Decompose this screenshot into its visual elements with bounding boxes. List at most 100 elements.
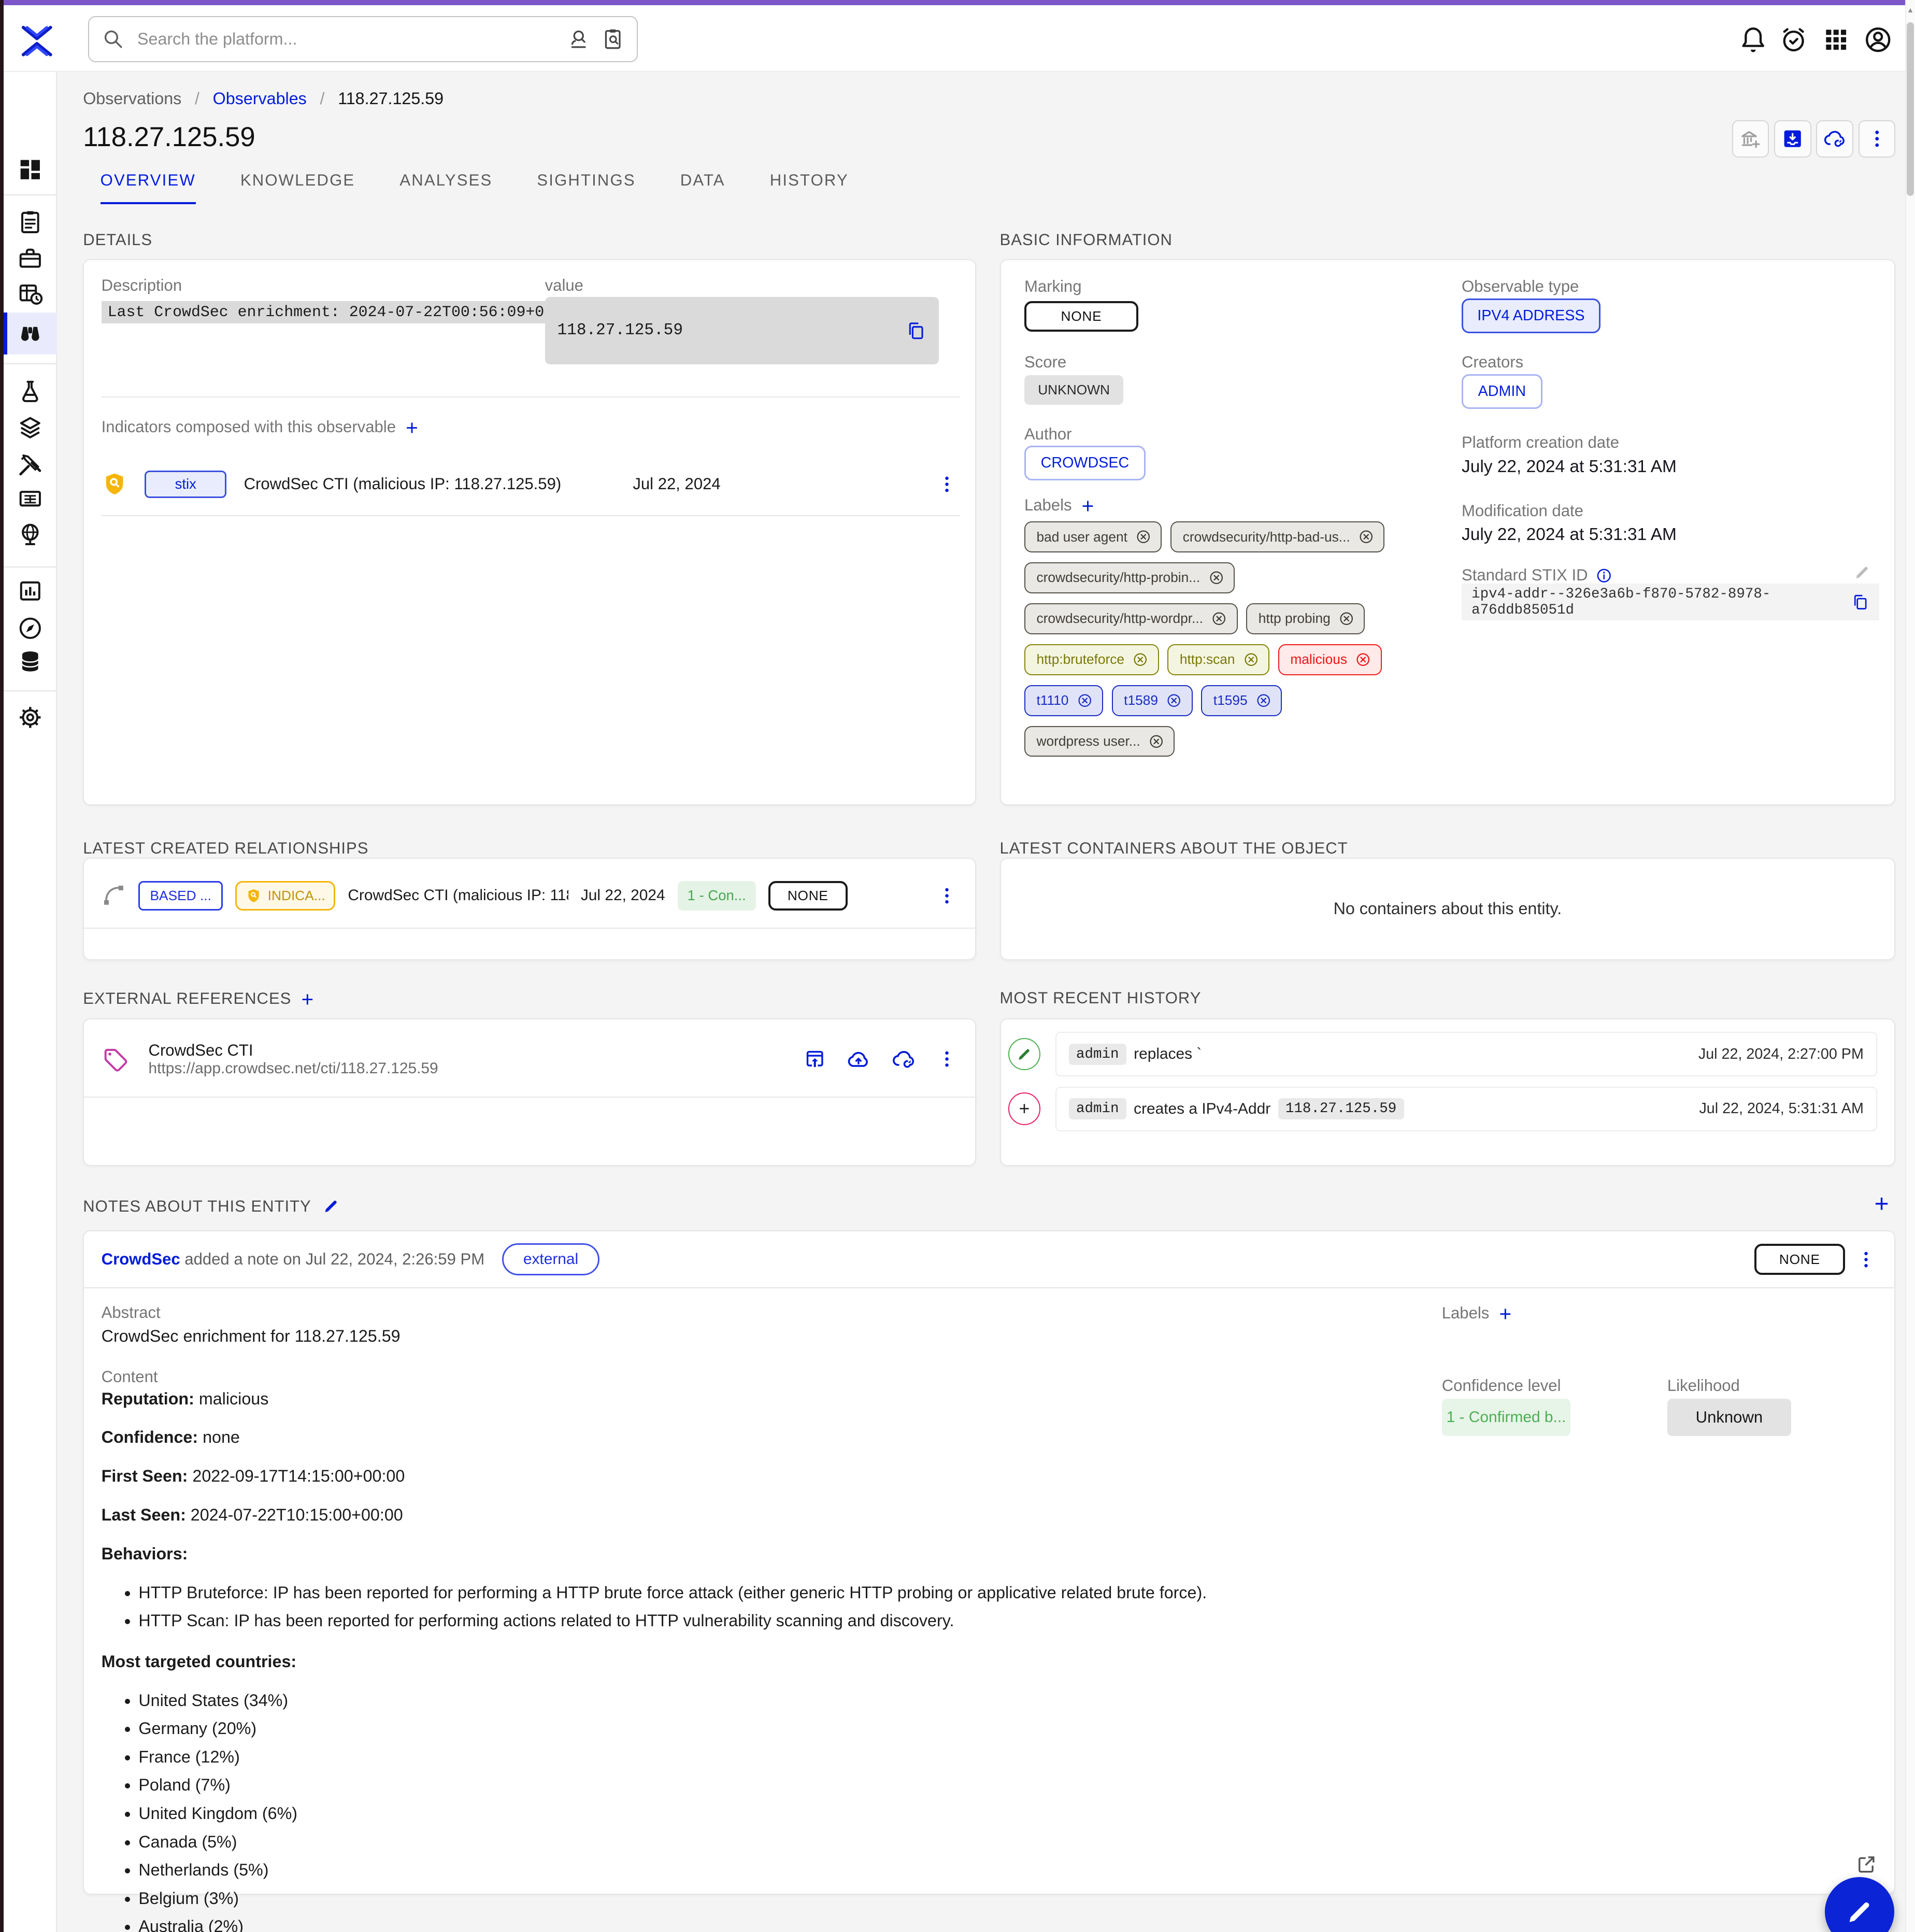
basic-info-card: Marking NONE Observable type IPV4 ADDRES… (1000, 259, 1896, 805)
cloud-refresh-icon[interactable] (891, 1047, 916, 1072)
scrollbar[interactable]: ▲ (1905, 0, 1915, 1932)
remove-label-icon[interactable] (1165, 692, 1182, 709)
external-ref-row[interactable]: CrowdSec CTI https://app.crowdsec.net/ct… (102, 1030, 958, 1089)
account-icon[interactable] (1863, 25, 1893, 54)
tab-analyses[interactable]: ANALYSES (399, 171, 492, 204)
sidebar-item-cases[interactable] (4, 240, 57, 278)
tab-knowledge[interactable]: KNOWLEDGE (240, 171, 355, 204)
platform-search[interactable] (88, 16, 638, 62)
bulk-search-icon[interactable] (601, 27, 624, 51)
sidebar-item-dashboards[interactable] (4, 573, 57, 610)
modification-date: July 22, 2024 at 5:31:31 AM (1462, 525, 1677, 545)
advanced-search-icon[interactable] (567, 27, 591, 51)
remove-label-icon[interactable] (1242, 651, 1260, 668)
sidebar-item-arsenal[interactable] (4, 409, 57, 446)
remove-label-icon[interactable] (1135, 528, 1152, 545)
label-chip[interactable]: bad user agent (1024, 521, 1162, 552)
related-entity-chip: INDICA... (235, 881, 336, 911)
note-menu-icon[interactable] (1855, 1248, 1877, 1271)
marking-chip[interactable]: NONE (1024, 301, 1138, 332)
remove-label-icon[interactable] (1132, 651, 1149, 668)
remove-label-icon[interactable] (1210, 610, 1227, 627)
copy-icon[interactable] (905, 320, 926, 342)
sidebar-item-techniques[interactable] (4, 446, 57, 484)
copy-icon[interactable] (1851, 593, 1869, 612)
note-marking-chip: NONE (1754, 1244, 1845, 1275)
tab-overview[interactable]: OVERVIEW (101, 171, 196, 204)
add-note-button[interactable]: + (1875, 1192, 1889, 1217)
row-menu-icon[interactable] (936, 1048, 958, 1070)
label-chip[interactable]: malicious (1278, 644, 1382, 675)
history-update-icon (1008, 1038, 1040, 1070)
row-menu-icon[interactable] (936, 885, 958, 907)
add-external-ref-button[interactable]: + (301, 989, 314, 1010)
triggers-alarm-icon[interactable] (1779, 25, 1808, 54)
label-chip[interactable]: http:bruteforce (1024, 644, 1159, 675)
content-label: Content (102, 1368, 158, 1386)
history-row[interactable]: admin creates a IPv4-Addr 118.27.125.59 … (1055, 1087, 1877, 1131)
sidebar-item-events[interactable] (4, 275, 57, 312)
remove-label-icon[interactable] (1208, 569, 1225, 586)
scrollbar-thumb[interactable] (1907, 22, 1914, 196)
open-in-browser-icon[interactable] (803, 1047, 826, 1071)
sidebar-item-data[interactable] (4, 643, 57, 680)
notifications-bell-icon[interactable] (1738, 25, 1768, 54)
sidebar-item-home[interactable] (4, 151, 57, 189)
creator-chip[interactable]: ADMIN (1462, 374, 1542, 409)
apps-grid-icon[interactable] (1821, 25, 1851, 54)
remove-label-icon[interactable] (1354, 651, 1371, 668)
row-menu-icon[interactable] (936, 473, 958, 495)
remove-label-icon[interactable] (1076, 692, 1093, 709)
cloud-upload-icon[interactable] (846, 1047, 871, 1072)
sidebar-item-locations[interactable] (4, 516, 57, 553)
tab-data[interactable]: DATA (680, 171, 725, 204)
remove-label-icon[interactable] (1357, 528, 1375, 545)
author-chip[interactable]: CROWDSEC (1024, 446, 1146, 480)
search-input[interactable] (135, 28, 558, 50)
label-chip[interactable]: http:scan (1167, 644, 1269, 675)
edit-pen-icon[interactable] (1853, 564, 1870, 581)
breadcrumb-observations[interactable]: Observations (83, 89, 181, 108)
note-author-link[interactable]: CrowdSec (102, 1250, 180, 1268)
add-note-label-button[interactable]: + (1499, 1303, 1511, 1325)
edit-notes-pen-icon[interactable] (322, 1198, 339, 1215)
label-chip[interactable]: wordpress user... (1024, 726, 1175, 757)
enrichment-button[interactable] (1816, 120, 1853, 158)
export-button[interactable] (1774, 120, 1811, 158)
sidebar-item-settings[interactable] (4, 699, 57, 736)
remove-label-icon[interactable] (1148, 733, 1165, 750)
sidebar-item-threats[interactable] (4, 373, 57, 410)
more-actions-button[interactable] (1859, 120, 1896, 158)
label-chip[interactable]: crowdsecurity/http-bad-us... (1170, 521, 1384, 552)
enroll-organization-button[interactable] (1732, 120, 1769, 158)
containers-section-label: LATEST CONTAINERS ABOUT THE OBJECT (1000, 839, 1348, 858)
label-chip[interactable]: t1595 (1201, 685, 1282, 716)
indicator-row[interactable]: stix CrowdSec CTI (malicious IP: 118.27.… (102, 458, 958, 510)
tab-history[interactable]: HISTORY (770, 171, 849, 204)
info-icon[interactable] (1595, 567, 1612, 584)
remove-label-icon[interactable] (1338, 610, 1355, 627)
observable-type-chip[interactable]: IPV4 ADDRESS (1462, 299, 1600, 333)
sidebar-item-entities[interactable] (4, 481, 57, 518)
open-in-new-icon[interactable] (1856, 1854, 1877, 1875)
history-row[interactable]: admin replaces ` Jul 22, 2024, 2:27:00 P… (1055, 1032, 1877, 1076)
sidebar-item-investigations[interactable] (4, 609, 57, 647)
remove-label-icon[interactable] (1255, 692, 1272, 709)
breadcrumb-observables[interactable]: Observables (213, 89, 307, 108)
add-indicator-button[interactable]: + (406, 417, 418, 438)
sidebar-item-analyses[interactable] (4, 203, 57, 240)
label-chip[interactable]: t1589 (1112, 685, 1193, 716)
label-chip[interactable]: t1110 (1024, 685, 1103, 716)
inbox-download-icon (1781, 127, 1804, 150)
opencti-logo-icon[interactable] (17, 21, 57, 61)
add-label-button[interactable]: + (1082, 495, 1094, 517)
sidebar-item-observations[interactable] (4, 312, 57, 354)
scroll-up-arrow[interactable]: ▲ (1905, 6, 1915, 15)
label-chip[interactable]: crowdsecurity/http-probin... (1024, 562, 1235, 593)
label-chip[interactable]: http probing (1246, 603, 1365, 634)
marking-chip: NONE (768, 881, 848, 911)
relationship-row[interactable]: BASED ... INDICA... CrowdSec CTI (malici… (102, 869, 958, 923)
label-chip[interactable]: crowdsecurity/http-wordpr... (1024, 603, 1238, 634)
tab-sightings[interactable]: SIGHTINGS (537, 171, 635, 204)
relationship-date: Jul 22, 2024 (581, 887, 665, 904)
